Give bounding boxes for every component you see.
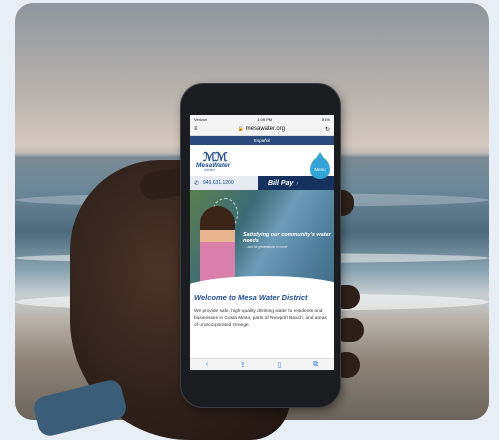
phone-link[interactable]: ✆ 949.631.1200 (190, 176, 258, 190)
chevron-right-icon: › (296, 180, 299, 187)
bill-bar: ✆ 949.631.1200 Bill Pay › (190, 176, 334, 190)
hero-subtitle: ...and for generations to come (245, 245, 288, 249)
phone-screen: Verizon 1:09 PM 51% ≡ 🔒 mesawater.org ↻ E… (190, 115, 334, 370)
hero-banner: Satisfying our community's water needs .… (190, 190, 334, 290)
url-field[interactable]: 🔒 mesawater.org (237, 126, 285, 132)
url-text: mesawater.org (245, 126, 286, 132)
browser-toolbar: ‹ ⇪ ▯ ⧉ (190, 358, 334, 370)
logo-text[interactable]: MesaWater (196, 162, 230, 169)
hamburger-icon[interactable]: ≡ (194, 126, 198, 132)
bill-pay-label: Bill Pay (268, 179, 294, 187)
hero-girl-image (200, 206, 235, 286)
hero-title: Satisfying our community's water needs (243, 232, 331, 244)
time-label: 1:09 PM (257, 116, 273, 122)
menu-label: Menu (314, 167, 326, 172)
phone-icon: ✆ (194, 180, 200, 187)
menu-button[interactable]: Menu (310, 152, 330, 179)
intro-paragraph: We provide safe, high-quality drinking w… (194, 309, 327, 328)
tabs-icon[interactable]: ⧉ (313, 361, 318, 369)
language-link[interactable]: Español (190, 136, 334, 145)
logo-subtext: DISTRICT (204, 169, 216, 172)
bookmarks-icon[interactable]: ▯ (278, 361, 282, 369)
back-icon[interactable]: ‹ (206, 361, 208, 368)
bill-pay-link[interactable]: Bill Pay › (258, 180, 298, 187)
carrier-label: Verizon (194, 116, 208, 122)
status-bar: Verizon 1:09 PM 51% (190, 115, 334, 123)
address-bar[interactable]: ≡ 🔒 mesawater.org ↻ (190, 123, 334, 136)
share-icon[interactable]: ⇪ (240, 361, 246, 369)
battery-label: 51% (321, 116, 330, 122)
lock-icon: 🔒 (237, 126, 244, 132)
site-header: ℳℳ MesaWater DISTRICT Menu (190, 145, 334, 179)
reload-icon[interactable]: ↻ (325, 126, 330, 133)
welcome-heading: Welcome to Mesa Water District (194, 293, 308, 302)
phone-number: 949.631.1200 (203, 180, 234, 186)
